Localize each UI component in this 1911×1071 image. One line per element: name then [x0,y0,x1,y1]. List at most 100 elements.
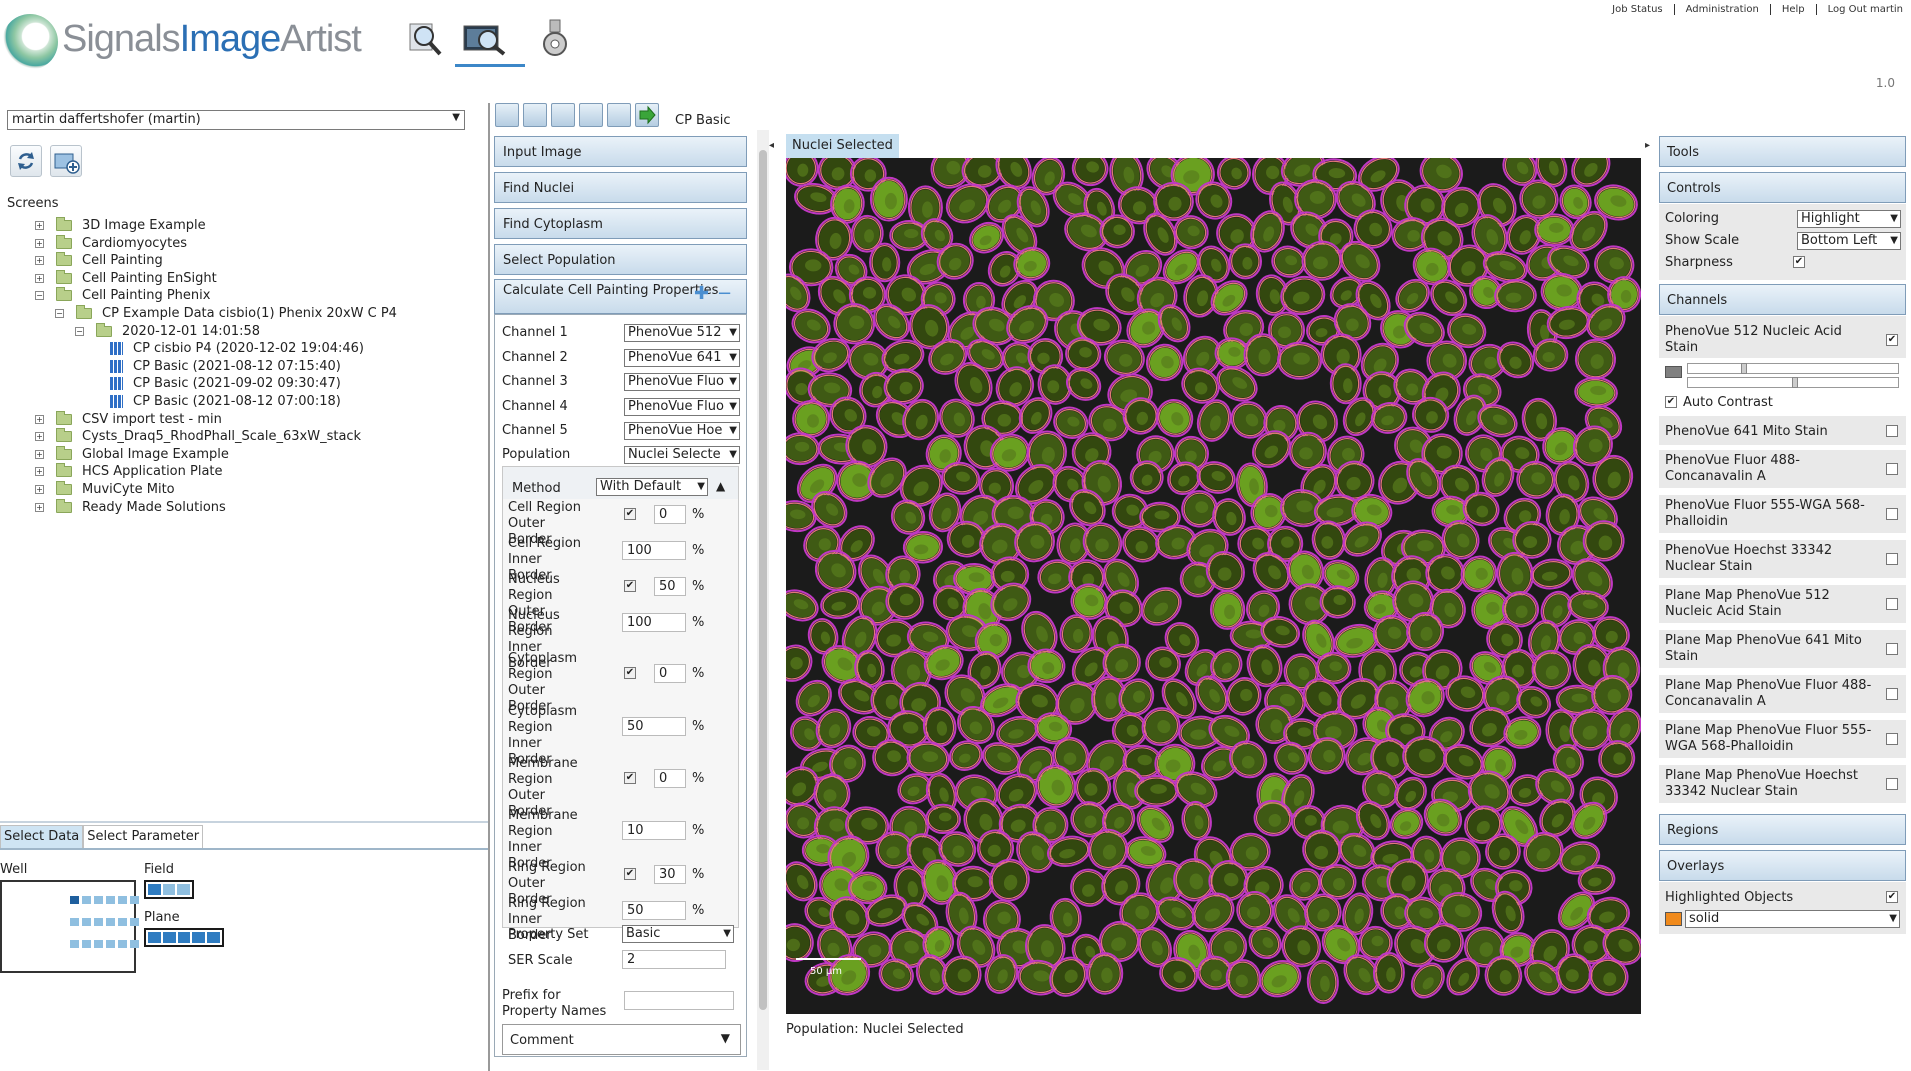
panel-controls[interactable]: Controls [1659,172,1906,203]
channel-checkbox[interactable] [1886,778,1898,790]
run-button[interactable] [635,103,659,127]
region-checkbox[interactable]: ✔ [624,772,636,784]
nav-help[interactable]: Help [1771,4,1817,15]
well-cell[interactable] [70,918,79,926]
plus-icon[interactable]: ✚ [694,283,709,304]
tree-item[interactable]: − CP Example Data cisbio(1) Phenix 20xW C… [55,305,397,322]
well-cell[interactable] [130,940,139,948]
tree-item[interactable]: CP Basic (2021-08-12 07:00:18) [110,393,341,410]
well-cell[interactable] [118,940,127,948]
channel-checkbox[interactable] [1886,463,1898,475]
overlay-color-swatch[interactable] [1665,912,1682,926]
image-tab[interactable]: Nuclei Selected [786,134,899,158]
download-button[interactable] [551,103,575,127]
channel-max-slider[interactable] [1687,377,1899,388]
auto-contrast-checkbox[interactable]: ✔ [1665,396,1677,408]
tree-item[interactable]: CP Basic (2021-09-02 09:30:47) [110,375,341,392]
region-value-input[interactable]: 10 [622,821,686,840]
channel-select[interactable]: PhenoVue 641 ▼ [624,348,740,367]
collapse-left-icon[interactable]: ◂ [769,140,774,151]
region-value-input[interactable]: 100 [622,613,686,632]
collapse-icon[interactable]: − [55,309,64,318]
overlay-style-select[interactable]: solid ▼ [1685,910,1900,928]
channel-row[interactable]: Plane Map PhenoVue 641 Mito Stain [1659,630,1906,668]
channel-select[interactable]: PhenoVue Fluo ▼ [624,397,740,416]
tree-item[interactable]: + Cell Painting EnSight [35,269,217,287]
export-button[interactable] [579,103,603,127]
field-cell[interactable] [162,884,176,895]
expand-icon[interactable]: + [35,502,44,512]
region-value-input[interactable]: 0 [654,505,686,524]
refresh-button[interactable] [10,145,42,177]
tree-item[interactable]: + Cell Painting [35,252,163,269]
well-cell[interactable] [106,896,115,904]
tree-item[interactable]: + HCS Application Plate [35,463,223,480]
channel-row[interactable]: Plane Map PhenoVue Hoechst 33342 Nuclear… [1659,765,1906,803]
well-cell-selected[interactable] [70,896,79,904]
coloring-select[interactable]: Highlight ▼ [1797,210,1901,228]
section-input-image[interactable]: Input Image [494,136,747,167]
print-button[interactable] [607,103,631,127]
highlighted-objects-checkbox[interactable]: ✔ [1886,891,1898,903]
channel-row[interactable]: Plane Map PhenoVue Fluor 555-WGA 568-Pha… [1659,720,1906,758]
tree-item[interactable]: − 2020-12-01 14:01:58 [75,322,260,340]
plane-cell[interactable] [162,932,176,943]
panel-tools[interactable]: Tools [1659,136,1906,167]
well-cell[interactable] [118,918,127,926]
scrollbar-thumb[interactable] [759,150,767,1010]
nav-logout[interactable]: Log Out martin [1817,4,1903,15]
expand-icon[interactable]: + [35,467,44,477]
expand-icon[interactable]: + [35,414,44,424]
expand-icon[interactable]: + [35,485,44,494]
nav-job-status[interactable]: Job Status [1601,4,1675,15]
channel-row[interactable]: PhenoVue 641 Mito Stain [1659,416,1906,445]
tree-item[interactable]: + Global Image Example [35,445,229,463]
tab-select-parameter[interactable]: Select Parameter [83,825,204,849]
channel-color-swatch[interactable] [1665,366,1682,378]
channel-checkbox[interactable] [1886,553,1898,565]
expand-icon[interactable]: + [35,256,44,266]
channel-select[interactable]: PhenoVue Fluo ▼ [624,373,740,391]
channel-select[interactable]: PhenoVue 512 ▼ [624,324,740,342]
left-panel-divider[interactable] [0,821,488,823]
channel-first-checkbox[interactable]: ✔ [1886,334,1898,346]
upload-button[interactable] [523,103,547,127]
add-screen-button[interactable] [50,145,82,177]
region-value-input[interactable]: 30 [654,865,686,884]
region-checkbox[interactable]: ✔ [624,667,636,679]
tab-select-data[interactable]: Select Data [0,825,84,849]
region-value-input[interactable]: 0 [654,664,686,683]
section-calculate-properties[interactable]: Calculate Cell Painting Properties ✚ − [494,279,747,314]
method-select[interactable]: With Default ▼ [596,478,708,496]
plane-cell[interactable] [207,932,220,943]
tree-item[interactable]: CP Basic (2021-08-12 07:15:40) [110,358,341,375]
nav-administration[interactable]: Administration [1675,4,1771,15]
left-splitter[interactable] [488,103,490,1071]
plane-cell[interactable] [148,932,161,943]
well-plate-selector[interactable] [0,880,139,973]
region-checkbox[interactable]: ✔ [624,508,636,520]
expand-icon[interactable]: + [35,432,44,442]
population-select[interactable]: Nuclei Selecte ▼ [624,446,740,464]
search-app-icon[interactable] [406,18,446,60]
region-value-input[interactable]: 50 [622,901,686,920]
collapse-icon[interactable]: − [35,291,44,301]
channel-row[interactable]: Plane Map PhenoVue Fluor 488-Concanavali… [1659,675,1906,713]
channel-checkbox[interactable] [1886,508,1898,520]
field-cell-selected[interactable] [148,884,161,895]
region-checkbox[interactable]: ✔ [624,868,636,880]
well-cell[interactable] [70,940,79,948]
channel-row[interactable]: PhenoVue Fluor 555-WGA 568-Phalloidin [1659,495,1906,533]
section-find-nuclei[interactable]: Find Nuclei [494,172,747,203]
slider-handle[interactable] [1792,377,1798,388]
property-set-select[interactable]: Basic ▼ [622,925,734,943]
image-analysis-app-icon[interactable] [460,18,508,60]
expand-icon[interactable]: + [35,238,44,248]
panel-regions[interactable]: Regions [1659,814,1906,845]
well-cell[interactable] [94,940,103,948]
tree-item[interactable]: + Cardiomyocytes [35,234,187,252]
channel-row[interactable]: PhenoVue Hoechst 33342 Nuclear Stain [1659,540,1906,578]
region-checkbox[interactable]: ✔ [624,580,636,592]
well-cell[interactable] [130,896,139,904]
workflow-settings-button[interactable] [495,103,519,127]
